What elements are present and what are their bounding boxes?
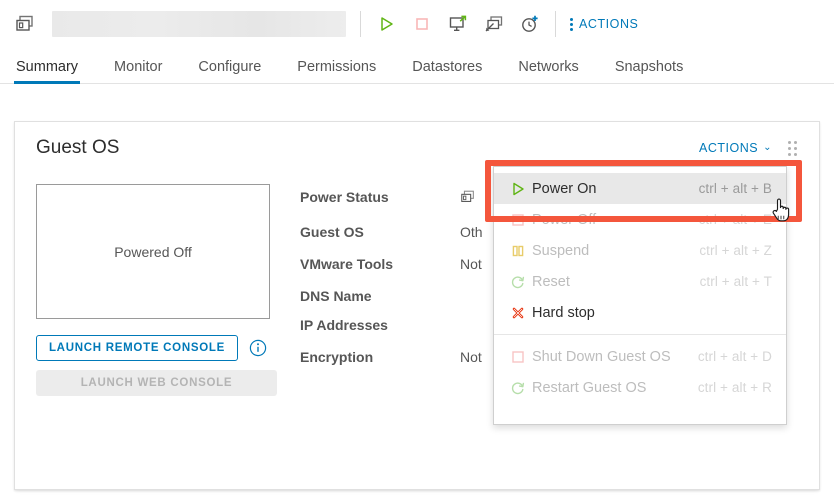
vm-powered-off-icon xyxy=(460,189,476,208)
menu-item-shortcut: ctrl + alt + E xyxy=(699,212,772,227)
menu-item-shortcut: ctrl + alt + T xyxy=(700,274,772,289)
card-drag-handle-icon[interactable] xyxy=(786,139,799,158)
menu-item-restart-guest-os[interactable]: Restart Guest OS ctrl + alt + R xyxy=(494,372,786,403)
menu-divider xyxy=(494,334,786,335)
property-label: Encryption xyxy=(300,349,460,365)
actions-menu-button[interactable]: ACTIONS xyxy=(570,17,638,31)
launch-console-icon[interactable] xyxy=(447,13,469,35)
property-label: Power Status xyxy=(300,189,460,205)
property-value: Not xyxy=(460,349,482,365)
property-value xyxy=(460,189,476,208)
actions-menu-label: ACTIONS xyxy=(579,17,638,31)
menu-item-suspend[interactable]: Suspend ctrl + alt + Z xyxy=(494,235,786,266)
tab-monitor[interactable]: Monitor xyxy=(114,60,162,84)
tab-snapshots[interactable]: Snapshots xyxy=(615,60,684,84)
menu-item-power-on[interactable]: Power On ctrl + alt + B xyxy=(494,173,786,204)
toolbar-divider-1 xyxy=(360,11,361,37)
power-on-icon[interactable] xyxy=(375,13,397,35)
property-value: Not xyxy=(460,256,482,272)
card-header-controls: ACTIONS ⌄ xyxy=(699,139,799,158)
property-value: Oth xyxy=(460,224,483,240)
menu-item-label: Hard stop xyxy=(532,305,595,321)
menu-item-label: Suspend xyxy=(532,243,589,259)
quick-action-toolbar xyxy=(375,13,541,35)
property-label: Guest OS xyxy=(300,224,460,240)
tab-configure[interactable]: Configure xyxy=(198,60,261,84)
launch-web-console-button[interactable]: LAUNCH WEB CONSOLE xyxy=(36,370,277,396)
info-circle-icon[interactable] xyxy=(249,339,267,357)
console-button-row: LAUNCH REMOTE CONSOLE xyxy=(36,335,277,361)
tab-permissions[interactable]: Permissions xyxy=(297,60,376,84)
kebab-icon xyxy=(570,18,573,31)
tab-summary[interactable]: Summary xyxy=(16,60,78,84)
menu-item-shortcut: ctrl + alt + R xyxy=(698,380,772,395)
card-title: Guest OS xyxy=(36,137,119,159)
stop-icon xyxy=(510,349,532,365)
menu-item-power-off[interactable]: Power Off ctrl + alt + E xyxy=(494,204,786,235)
migrate-vm-icon[interactable] xyxy=(483,13,505,35)
menu-item-shortcut: ctrl + alt + D xyxy=(698,349,772,364)
menu-item-label: Reset xyxy=(532,274,570,290)
power-actions-dropdown: Power On ctrl + alt + B Power Off ctrl +… xyxy=(493,166,787,425)
reset-icon xyxy=(510,380,532,396)
menu-item-shortcut: ctrl + alt + Z xyxy=(699,243,772,258)
pause-icon xyxy=(510,243,532,259)
menu-item-shortcut: ctrl + alt + B xyxy=(699,181,772,196)
menu-item-label: Power On xyxy=(532,181,596,197)
chevron-down-icon: ⌄ xyxy=(763,143,772,153)
property-label: DNS Name xyxy=(300,288,460,304)
toolbar-divider-2 xyxy=(555,11,556,37)
stop-icon xyxy=(510,212,532,228)
tab-datastores[interactable]: Datastores xyxy=(412,60,482,84)
play-icon xyxy=(510,181,532,197)
menu-item-label: Shut Down Guest OS xyxy=(532,349,671,365)
launch-remote-console-button[interactable]: LAUNCH REMOTE CONSOLE xyxy=(36,335,238,361)
power-off-icon[interactable] xyxy=(411,13,433,35)
hard-stop-icon xyxy=(510,305,532,321)
card-actions-button[interactable]: ACTIONS ⌄ xyxy=(699,141,772,155)
property-label: VMware Tools xyxy=(300,256,460,272)
virtual-machine-icon xyxy=(14,13,36,35)
console-preview-text: Powered Off xyxy=(114,244,192,260)
menu-item-hard-stop[interactable]: Hard stop xyxy=(494,297,786,328)
vm-name-redacted xyxy=(52,11,346,37)
console-panel: Powered Off LAUNCH REMOTE CONSOLE LAUNCH… xyxy=(15,184,277,396)
card-actions-label: ACTIONS xyxy=(699,141,758,155)
menu-item-label: Power Off xyxy=(532,212,596,228)
console-preview[interactable]: Powered Off xyxy=(36,184,270,319)
take-snapshot-icon[interactable] xyxy=(519,13,541,35)
reset-icon xyxy=(510,274,532,290)
tab-networks[interactable]: Networks xyxy=(518,60,578,84)
property-label: IP Addresses xyxy=(300,317,460,333)
menu-item-shut-down-guest-os[interactable]: Shut Down Guest OS ctrl + alt + D xyxy=(494,341,786,372)
vsphere-vm-summary-page: ACTIONS Summary Monitor Configure Permis… xyxy=(0,0,834,504)
top-bar: ACTIONS xyxy=(0,0,834,48)
tab-bar: Summary Monitor Configure Permissions Da… xyxy=(0,48,834,84)
menu-item-label: Restart Guest OS xyxy=(532,380,646,396)
menu-item-reset[interactable]: Reset ctrl + alt + T xyxy=(494,266,786,297)
